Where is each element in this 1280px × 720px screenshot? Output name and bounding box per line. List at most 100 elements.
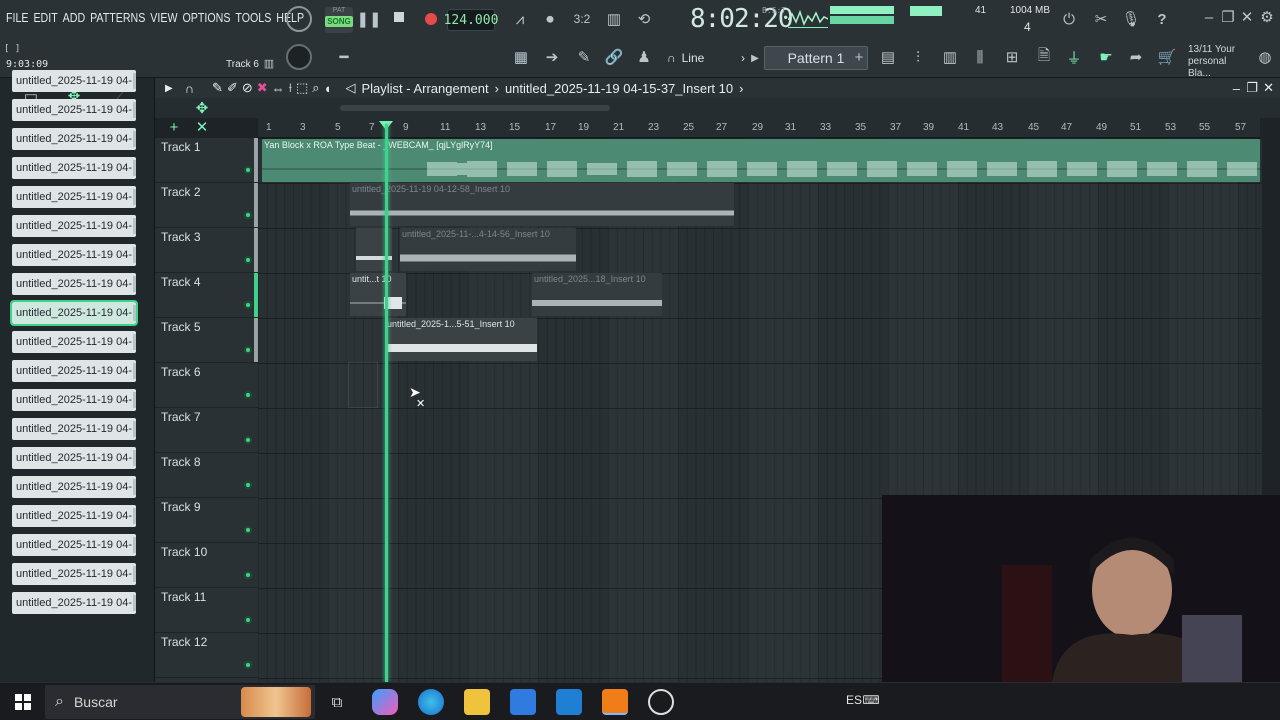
- mute-tool-icon[interactable]: ✖: [257, 80, 268, 96]
- tools-icon[interactable]: ✂: [1090, 8, 1112, 30]
- countdown-icon[interactable]: 3:2: [570, 8, 594, 30]
- edge-icon[interactable]: [418, 689, 444, 715]
- slip-tool-icon[interactable]: ⇔: [272, 81, 285, 96]
- blend-notes-icon[interactable]: ⟲: [632, 8, 656, 30]
- track-enable-led-icon[interactable]: [244, 256, 252, 264]
- browser-item[interactable]: untitled_2025-11-19 04-...: [12, 505, 136, 527]
- menu-file[interactable]: FILE: [6, 10, 29, 25]
- track-enable-led-icon[interactable]: [244, 616, 252, 624]
- paint-tool-icon[interactable]: ✐: [227, 80, 238, 96]
- task-view-icon[interactable]: ⧉: [324, 689, 350, 715]
- timeline-ruler[interactable]: 1 3 5 7 9 11 13 15 17 19 21 23 25 27 29 31 33 35 37 39 41 43 4…: [258, 118, 1260, 138]
- browser-item[interactable]: untitled_2025-11-19 04-...: [12, 70, 136, 92]
- select-tool-icon[interactable]: ⬚: [296, 80, 308, 96]
- minimize-playlist-icon[interactable]: –: [1233, 81, 1240, 96]
- stop-icon[interactable]: [392, 10, 406, 24]
- zoom-tool-icon[interactable]: ⌕: [312, 80, 319, 96]
- browser-item[interactable]: untitled_2025-11-19 04-...: [12, 447, 136, 469]
- windows-start-icon[interactable]: [10, 689, 36, 715]
- touch-icon[interactable]: ☛: [1094, 46, 1118, 68]
- track-enable-led-icon[interactable]: [244, 481, 252, 489]
- microphone-icon[interactable]: 🎙: [1120, 8, 1142, 30]
- browser-item[interactable]: untitled_2025-11-19 04-...: [12, 128, 136, 150]
- mixer-faders-icon[interactable]: ⫼: [968, 46, 992, 68]
- piano-roll-icon[interactable]: ▦: [508, 46, 534, 68]
- menu-tools[interactable]: TOOLS: [235, 10, 271, 25]
- play-icon[interactable]: ❚❚: [356, 10, 381, 28]
- track-enable-led-icon[interactable]: [244, 571, 252, 579]
- browser-item[interactable]: untitled_2025-11-19 04-...: [12, 99, 136, 121]
- lock-icon[interactable]: ▥: [263, 56, 275, 70]
- restore-icon[interactable]: ❐: [1221, 9, 1235, 26]
- track-header[interactable]: Track 3: [155, 228, 260, 273]
- browser-item[interactable]: untitled_2025-11-19 04-...: [12, 186, 136, 208]
- file-icon[interactable]: 🗎: [1032, 46, 1056, 68]
- news-panel[interactable]: 13/11 Your personal Bla...: [1188, 44, 1250, 80]
- add-track-icon[interactable]: +: [167, 119, 181, 136]
- slice-tool-icon[interactable]: ⟊: [289, 80, 292, 96]
- menu-add[interactable]: ADD: [63, 10, 86, 25]
- stamp-icon[interactable]: ♟: [632, 46, 656, 68]
- track-enable-led-icon[interactable]: [244, 436, 252, 444]
- browser-icon[interactable]: ⊞: [1000, 46, 1024, 68]
- browser-item[interactable]: untitled_2025-11-19 04-...: [12, 418, 136, 440]
- pat-song-toggle[interactable]: PAT SONG: [325, 7, 353, 33]
- close-playlist-icon[interactable]: ✕: [1263, 80, 1274, 96]
- audio-clip-track4b[interactable]: untitled_2025...18_Insert 10: [532, 273, 662, 316]
- browser-item[interactable]: untitled_2025-11-19 04-...: [12, 360, 136, 382]
- track-enable-led-icon[interactable]: [244, 301, 252, 309]
- snap-selector[interactable]: ∩ Line ›: [667, 49, 745, 67]
- channel-rack-icon[interactable]: ⫶: [906, 46, 930, 68]
- record-icon[interactable]: [422, 10, 440, 28]
- track-header[interactable]: Track 12: [155, 633, 258, 678]
- file-explorer-icon[interactable]: [464, 689, 490, 715]
- arrow-right-icon[interactable]: ➔: [540, 46, 564, 68]
- track-enable-led-icon[interactable]: [244, 346, 252, 354]
- track-header[interactable]: Track 6: [155, 363, 258, 408]
- browser-item[interactable]: untitled_2025-11-19 04-...: [12, 273, 136, 295]
- browser-item[interactable]: untitled_2025-11-19 04-...: [12, 592, 136, 614]
- minimize-icon[interactable]: –: [1202, 9, 1216, 26]
- track-header[interactable]: Track 1: [155, 138, 260, 183]
- main-pitch-knob-icon[interactable]: [286, 44, 312, 70]
- settings-icon[interactable]: ⚙: [1260, 9, 1274, 26]
- back-icon[interactable]: ◁: [345, 80, 355, 96]
- track-enable-led-icon[interactable]: [244, 661, 252, 669]
- track-header[interactable]: Track 4: [155, 273, 260, 318]
- menu-options[interactable]: OPTIONS: [182, 10, 230, 25]
- track-header[interactable]: Track 8: [155, 453, 258, 498]
- browser-item[interactable]: untitled_2025-11-19 04-...: [12, 157, 136, 179]
- wait-record-icon[interactable]: ⏺: [538, 8, 562, 30]
- browser-item[interactable]: untitled_2025-11-19 04-...: [12, 534, 136, 556]
- globe-icon[interactable]: ◍: [1256, 48, 1274, 66]
- audio-clip-track2[interactable]: untitled_2025-11-19 04-12-58_Insert 10: [350, 183, 734, 226]
- draw-tool-icon[interactable]: ✎: [212, 80, 223, 96]
- fl-studio-icon[interactable]: [602, 689, 628, 715]
- track-header[interactable]: Track 10: [155, 543, 258, 588]
- mail-icon[interactable]: [556, 689, 582, 715]
- audio-clip-track5[interactable]: untitled_2025-1...5-51_Insert 10: [385, 318, 537, 361]
- share-icon[interactable]: ➦: [1124, 46, 1148, 68]
- track-enable-led-icon[interactable]: [244, 391, 252, 399]
- play-pattern-icon[interactable]: ▶: [748, 48, 762, 68]
- audio-clip-track1[interactable]: Yan Block x ROA Type Beat - _WEBCAM_ [qj…: [262, 139, 1260, 182]
- pencil-icon[interactable]: ✎: [572, 46, 596, 68]
- playback-tool-icon[interactable]: ◖: [324, 81, 332, 96]
- menu-view[interactable]: VIEW: [150, 10, 177, 25]
- track-header[interactable]: Track 9: [155, 498, 258, 543]
- cart-icon[interactable]: 🛒: [1156, 46, 1178, 68]
- step-edit-icon[interactable]: ▥: [602, 8, 626, 30]
- taskbar-search[interactable]: ⌕ Buscar: [45, 685, 315, 719]
- magnet-snap-icon[interactable]: ∩: [185, 81, 194, 96]
- browser-item[interactable]: untitled_2025-11-19 04-...: [12, 331, 136, 353]
- help-icon[interactable]: ?: [1151, 8, 1173, 30]
- tempo-display[interactable]: 124.000: [444, 9, 498, 31]
- browser-item[interactable]: untitled_2025-11-19 04-...: [12, 215, 136, 237]
- browser-item[interactable]: untitled_2025-11-19 04-...: [12, 476, 136, 498]
- delete-tool-icon[interactable]: ⊘: [242, 80, 253, 96]
- menu-edit[interactable]: EDIT: [33, 10, 57, 25]
- language-indicator[interactable]: ES: [846, 693, 862, 707]
- horizontal-scrollbar[interactable]: [340, 105, 610, 111]
- playhead[interactable]: [385, 124, 388, 682]
- track-enable-led-icon[interactable]: [244, 166, 252, 174]
